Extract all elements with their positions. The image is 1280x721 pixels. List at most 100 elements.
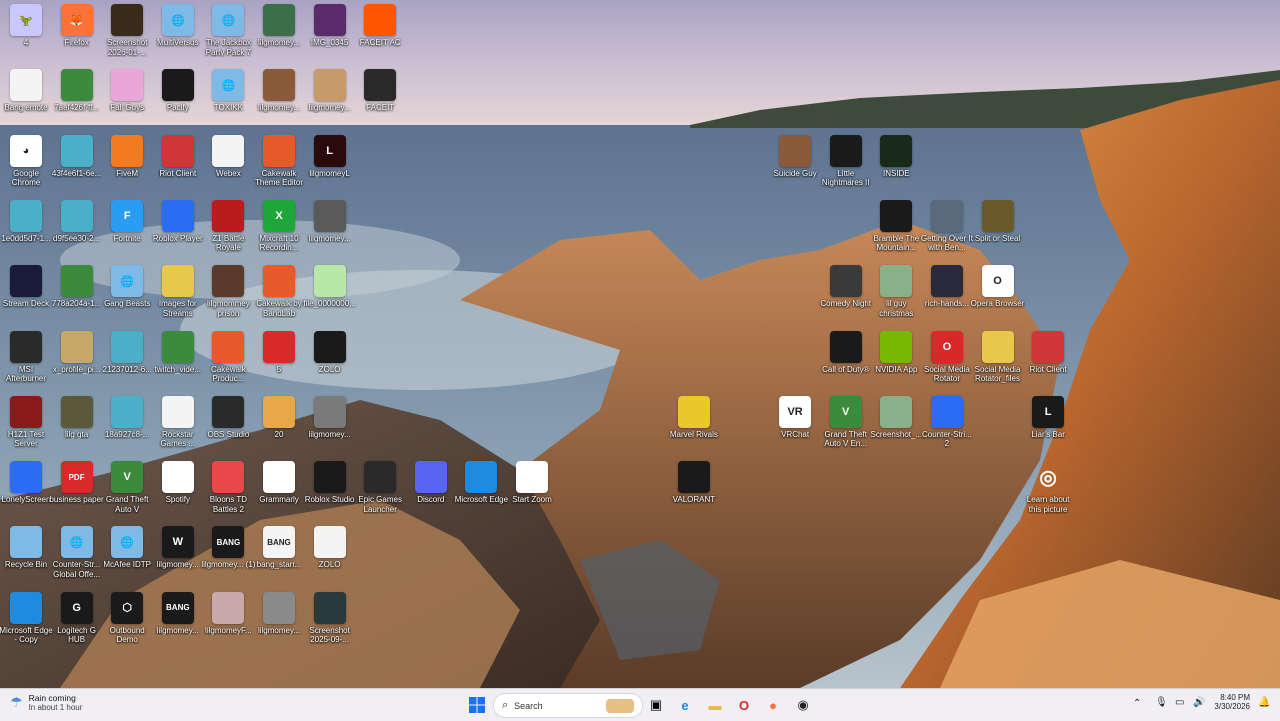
network-icon[interactable]: ▭ xyxy=(1175,697,1184,708)
desktop-icon[interactable]: H1Z1 Test Server xyxy=(1,395,51,458)
desktop-icon[interactable]: BANG lilgmomey... (1) xyxy=(201,526,255,588)
desktop-icon[interactable]: LlilgmomeyL xyxy=(305,134,355,197)
desktop-icon[interactable]: Wlilgmomey... xyxy=(153,526,203,588)
desktop-icon[interactable]: 18a927c8-... xyxy=(102,395,152,458)
desktop-icon[interactable]: Recycle Bin xyxy=(1,526,51,588)
desktop-icon[interactable]: lilgmomey... xyxy=(305,69,355,131)
edge-taskbar-icon[interactable]: e xyxy=(672,692,698,718)
tray-chevron-icon[interactable]: ⌃ xyxy=(1133,698,1141,709)
desktop-icon[interactable]: V Grand Theft Auto V En... xyxy=(821,395,871,458)
desktop-icon[interactable]: Roblox Studio xyxy=(305,461,355,523)
desktop-icon[interactable]: PDF business paper xyxy=(49,461,104,523)
desktop-icon[interactable]: twitch_vide... xyxy=(153,330,203,393)
desktop-icon[interactable]: VALORANT xyxy=(669,461,719,523)
clock[interactable]: 8:40 PM 3/30/2026 xyxy=(1212,693,1250,711)
desktop-icon[interactable]: lilg gta xyxy=(52,395,102,458)
desktop-icon[interactable]: lilgmommey prison xyxy=(203,265,253,327)
desktop-icon[interactable]: Fall Guys xyxy=(102,69,152,131)
desktop-icon[interactable]: Cakewalk Produc... xyxy=(203,330,253,393)
desktop-icon[interactable]: VR VRChat xyxy=(770,395,820,458)
desktop-icon[interactable]: lilgmomey... xyxy=(254,69,304,131)
desktop-icon[interactable]: ZOLO xyxy=(305,330,355,393)
desktop-icon[interactable]: Riot Client xyxy=(153,134,203,197)
desktop-icon[interactable]: Rockstar Games ... xyxy=(153,395,203,458)
desktop-icon[interactable]: Bloons TD Battles 2 xyxy=(203,461,253,523)
desktop-icon[interactable]: 🌐 MultiVersus xyxy=(153,4,203,66)
desktop-icon[interactable]: BANG lilgmomey... xyxy=(153,591,203,654)
desktop-icon[interactable]: Split or Steal xyxy=(973,199,1023,262)
desktop-icon[interactable]: 5 xyxy=(254,330,304,393)
desktop-icon[interactable]: Suicide Guy xyxy=(770,134,820,197)
desktop-icon[interactable]: Spotify xyxy=(153,461,203,523)
desktop-icon[interactable]: ◕ Google Chrome xyxy=(1,134,51,197)
desktop-icon[interactable]: Marvel Rivals xyxy=(669,395,719,458)
desktop-icon[interactable]: Counter-Stri... 2 xyxy=(922,395,972,458)
desktop-icon[interactable]: Little Nightmares II xyxy=(821,134,871,197)
weather-widget[interactable]: ☂ Rain coming In about 1 hour xyxy=(10,693,82,712)
desktop-icon[interactable]: ◎ Learn about this picture xyxy=(1023,461,1073,523)
desktop-icon[interactable]: 778a204a-1... xyxy=(52,265,102,327)
desktop-icon[interactable]: X Mixcraft 10 Recordin... xyxy=(254,199,304,262)
desktop-icon[interactable]: Comedy Night xyxy=(820,265,871,327)
desktop-icon[interactable]: 🌐 TOXIKK xyxy=(203,69,253,131)
desktop-icon[interactable]: file_0000000... xyxy=(303,265,356,327)
desktop-icon[interactable]: Stream Deck xyxy=(1,265,51,327)
desktop-icon[interactable]: Cakewalk by BandLab xyxy=(254,265,304,327)
desktop-icon[interactable]: lilgmomey... xyxy=(305,395,355,458)
desktop-icon[interactable]: NVIDIA App xyxy=(871,330,921,393)
desktop-icon[interactable]: O Opera Browser xyxy=(971,265,1024,327)
desktop-icon[interactable]: 43f4e6f1-6e... xyxy=(52,134,102,197)
desktop-icon[interactable]: 🦖 4 xyxy=(1,4,51,66)
desktop-icon[interactable]: 🌐 The Jackbox Party Pack 7 xyxy=(203,4,253,66)
desktop-icon[interactable]: lilgmomeyF... xyxy=(203,591,253,654)
notification-bell-icon[interactable]: 🔔 xyxy=(1258,697,1270,708)
desktop-icon[interactable]: ⬡ Outbound Demo xyxy=(102,591,152,654)
desktop-icon[interactable]: Riot Client xyxy=(1023,330,1073,393)
desktop-icon[interactable]: MSI Afterburner xyxy=(1,330,51,393)
desktop-icon[interactable]: rich-hands... xyxy=(922,265,972,327)
desktop-icon[interactable]: OBS Studio xyxy=(203,395,253,458)
desktop-icon[interactable]: x_profile_pi... xyxy=(52,330,102,393)
desktop-icon[interactable]: FiveM xyxy=(102,134,152,197)
desktop-icon[interactable]: V Grand Theft Auto V xyxy=(102,461,152,523)
taskbar-search[interactable]: ⌕ Search xyxy=(493,693,643,718)
desktop-icon[interactable]: Roblox Player xyxy=(153,199,203,262)
desktop-icon[interactable]: Microsoft Edge xyxy=(455,461,508,523)
desktop-icon[interactable]: F Fortnite xyxy=(102,199,152,262)
desktop-icon[interactable]: LonelyScreen xyxy=(1,461,51,523)
desktop-icon[interactable]: L Liar's Bar xyxy=(1023,395,1073,458)
desktop-icon[interactable]: Social Media Rotator_files xyxy=(973,330,1023,393)
desktop-icon[interactable]: FACEIT xyxy=(355,69,405,131)
desktop-icon[interactable]: BANG bang_starr... xyxy=(254,526,304,588)
desktop-icon[interactable]: Grammarly xyxy=(254,461,304,523)
desktop-icon[interactable]: Microsoft Edge - Copy xyxy=(0,591,53,654)
firefox-taskbar-icon[interactable]: ● xyxy=(760,692,786,718)
desktop-icon[interactable]: Screenshot_... xyxy=(871,395,922,458)
desktop-icon[interactable]: 🦊 Firefox xyxy=(52,4,102,66)
desktop-icon[interactable]: lil guy christmas xyxy=(871,265,921,327)
desktop-icon[interactable]: ZOLO xyxy=(305,526,355,588)
desktop-icon[interactable]: 🌐 Gang Beasts xyxy=(102,265,152,327)
desktop-icon[interactable]: Getting Over It with Ben... xyxy=(921,199,973,262)
desktop-icon[interactable]: Webex xyxy=(203,134,253,197)
start-button[interactable] xyxy=(464,692,490,718)
desktop-icon[interactable]: Discord xyxy=(406,461,456,523)
desktop-icon[interactable]: IMG_0345 xyxy=(305,4,355,66)
desktop-icon[interactable]: 21237012-6... xyxy=(102,330,152,393)
volume-icon[interactable]: 🔊 xyxy=(1193,697,1205,708)
desktop-icon[interactable]: 🌐 Counter-Str... Global Offe... xyxy=(52,526,102,588)
desktop-icon[interactable]: d9f5ee30-2... xyxy=(52,199,102,262)
microphone-icon[interactable]: 🎙 xyxy=(1155,697,1168,708)
desktop-icon[interactable]: Bang emote xyxy=(1,69,51,131)
desktop-icon[interactable]: Pacify xyxy=(153,69,203,131)
desktop-icon[interactable]: 20 xyxy=(254,395,304,458)
desktop-icon[interactable]: lilgmomey... xyxy=(305,199,355,262)
desktop-icon[interactable]: 🌐 McAfee IDTP xyxy=(102,526,152,588)
desktop-icon[interactable]: Cakewalk Theme Editor xyxy=(254,134,304,197)
file-explorer-icon[interactable]: ▬ xyxy=(702,692,728,718)
desktop-icon[interactable]: Bramble The Mountain... xyxy=(871,199,921,262)
opera-taskbar-icon[interactable]: O xyxy=(731,692,757,718)
desktop-icon[interactable]: Screenshot 2025-09-... xyxy=(305,591,355,654)
desktop-icon[interactable]: Images for Streams xyxy=(153,265,203,327)
desktop-icon[interactable]: FACEIT AC xyxy=(355,4,405,66)
